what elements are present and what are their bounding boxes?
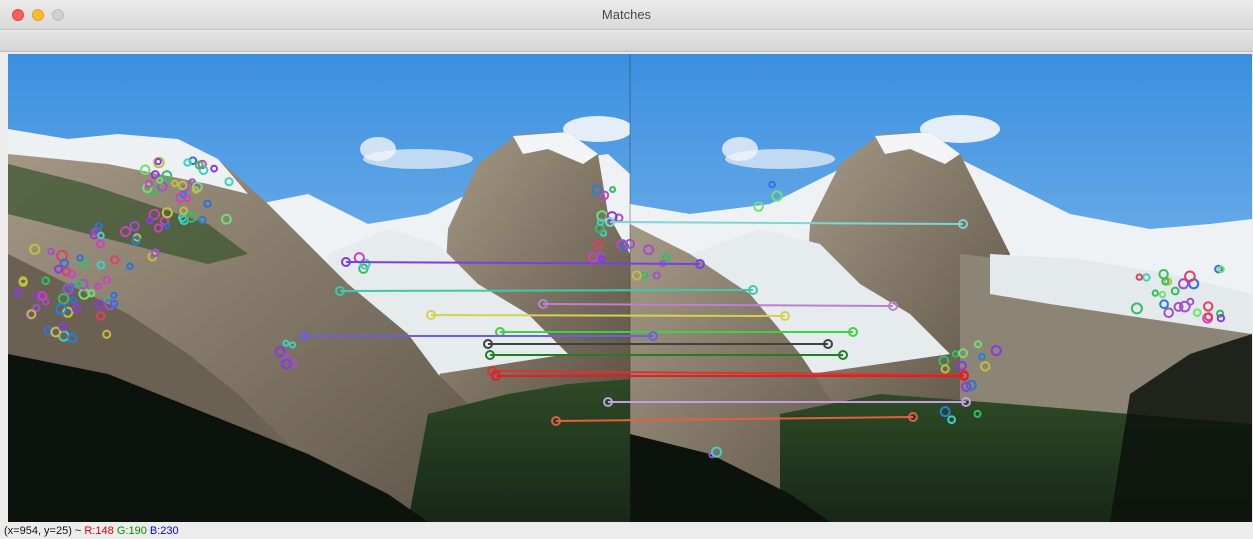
- blue-value: B:230: [149, 525, 179, 537]
- red-value: R:148: [84, 525, 114, 537]
- cursor-coords: (x=954, y=25) ~: [4, 525, 82, 537]
- toolbar: [0, 30, 1253, 52]
- title-bar[interactable]: Matches: [0, 0, 1253, 30]
- right-image: [630, 54, 1252, 522]
- green-value: G:190: [116, 525, 147, 537]
- status-bar: (x=954, y=25) ~ R:148 G:190 B:230: [0, 523, 1253, 539]
- window-title: Matches: [601, 7, 652, 22]
- match-line: [430, 314, 786, 317]
- matches-image[interactable]: [8, 54, 1252, 522]
- match-line: [339, 289, 754, 292]
- left-image: [8, 54, 633, 522]
